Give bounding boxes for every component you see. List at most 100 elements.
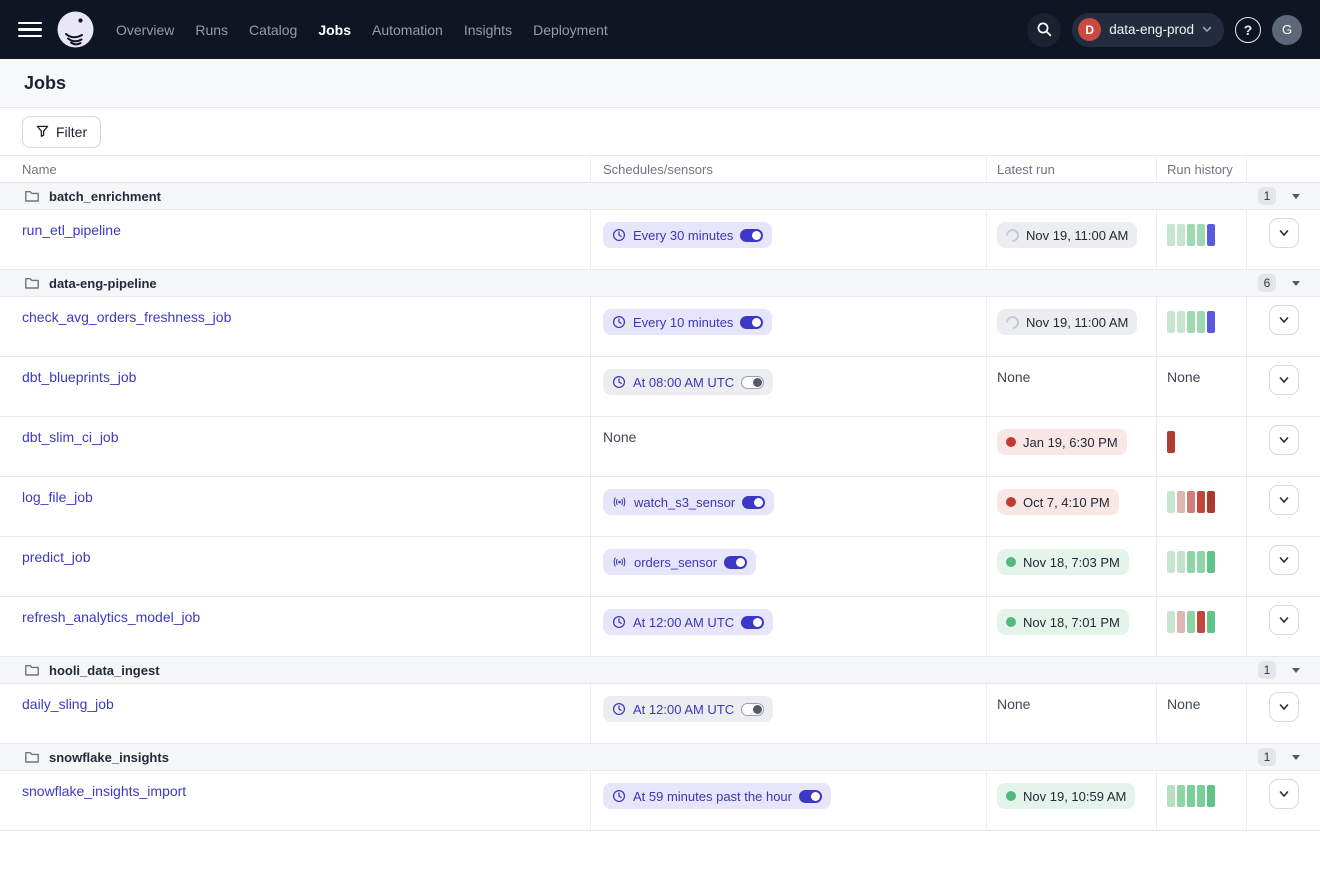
- expand-row-button[interactable]: [1269, 218, 1299, 248]
- expand-row-button[interactable]: [1269, 485, 1299, 515]
- group-row-hooli-data-ingest[interactable]: hooli_data_ingest 1: [0, 657, 1320, 684]
- sensor-toggle-on[interactable]: [742, 496, 765, 509]
- job-name-link[interactable]: dbt_slim_ci_job: [22, 429, 119, 445]
- clock-icon: [612, 375, 626, 389]
- schedule-pill[interactable]: At 12:00 AM UTC: [603, 609, 773, 635]
- group-name: snowflake_insights: [49, 750, 169, 765]
- funnel-icon: [36, 125, 49, 138]
- schedule-toggle-on[interactable]: [741, 616, 764, 629]
- sensor-pill[interactable]: orders_sensor: [603, 549, 756, 575]
- group-row-data-eng-pipeline[interactable]: data-eng-pipeline 6: [0, 270, 1320, 297]
- hamburger-menu-icon[interactable]: [18, 22, 42, 38]
- latest-run-none: None: [997, 696, 1030, 712]
- dagster-logo-icon[interactable]: [57, 11, 94, 48]
- schedule-label: At 12:00 AM UTC: [633, 615, 734, 630]
- expand-row-button[interactable]: [1269, 365, 1299, 395]
- expand-row-button[interactable]: [1269, 692, 1299, 722]
- nav-item-jobs[interactable]: Jobs: [316, 16, 353, 44]
- job-row-log-file-job: log_file_job watch_s3_sensor Oct 7, 4:10…: [0, 477, 1320, 537]
- expand-row-button[interactable]: [1269, 779, 1299, 809]
- schedule-pill-disabled[interactable]: At 08:00 AM UTC: [603, 369, 773, 395]
- nav-item-runs[interactable]: Runs: [193, 16, 230, 44]
- nav-item-deployment[interactable]: Deployment: [531, 16, 610, 44]
- group-row-batch-enrichment[interactable]: batch_enrichment 1: [0, 183, 1320, 210]
- collapse-caret-icon[interactable]: [1292, 281, 1300, 286]
- column-header-actions: [1246, 156, 1320, 182]
- nav-item-insights[interactable]: Insights: [462, 16, 514, 44]
- sensor-label: orders_sensor: [634, 555, 717, 570]
- nav-item-automation[interactable]: Automation: [370, 16, 445, 44]
- chevron-down-icon: [1278, 314, 1290, 326]
- chevron-down-icon: [1278, 434, 1290, 446]
- filter-button[interactable]: Filter: [22, 116, 101, 148]
- run-history-bars[interactable]: [1167, 491, 1246, 513]
- expand-row-button[interactable]: [1269, 545, 1299, 575]
- sensor-icon: [612, 495, 627, 509]
- latest-run-time: Nov 19, 11:00 AM: [1026, 315, 1128, 330]
- success-status-dot: [1006, 617, 1016, 627]
- latest-run-pill-success[interactable]: Nov 19, 10:59 AM: [997, 783, 1135, 809]
- latest-run-pill-success[interactable]: Nov 18, 7:03 PM: [997, 549, 1129, 575]
- schedule-toggle-on[interactable]: [799, 790, 822, 803]
- run-history-bars[interactable]: [1167, 611, 1246, 633]
- page-header: Jobs: [0, 59, 1320, 108]
- schedule-pill[interactable]: Every 10 minutes: [603, 309, 772, 335]
- table-header-row: Name Schedules/sensors Latest run Run hi…: [0, 155, 1320, 183]
- run-history-bars[interactable]: [1167, 551, 1246, 573]
- job-name-link[interactable]: snowflake_insights_import: [22, 783, 186, 799]
- schedule-toggle-off[interactable]: [741, 376, 764, 389]
- schedule-pill[interactable]: Every 30 minutes: [603, 222, 772, 248]
- group-count-badge: 6: [1258, 274, 1276, 292]
- latest-run-pill-success[interactable]: Nov 18, 7:01 PM: [997, 609, 1129, 635]
- expand-row-button[interactable]: [1269, 605, 1299, 635]
- nav-item-catalog[interactable]: Catalog: [247, 16, 299, 44]
- sensor-pill[interactable]: watch_s3_sensor: [603, 489, 774, 515]
- schedule-pill[interactable]: At 59 minutes past the hour: [603, 783, 831, 809]
- user-avatar[interactable]: G: [1272, 15, 1302, 45]
- chevron-down-icon: [1278, 614, 1290, 626]
- schedule-label: At 08:00 AM UTC: [633, 375, 734, 390]
- job-name-link[interactable]: daily_sling_job: [22, 696, 114, 712]
- column-header-run-history: Run history: [1156, 156, 1246, 182]
- schedule-pill-disabled[interactable]: At 12:00 AM UTC: [603, 696, 773, 722]
- collapse-caret-icon[interactable]: [1292, 668, 1300, 673]
- group-row-snowflake-insights[interactable]: snowflake_insights 1: [0, 744, 1320, 771]
- column-header-name: Name: [0, 162, 590, 177]
- latest-run-pill[interactable]: Nov 19, 11:00 AM: [997, 309, 1137, 335]
- expand-row-button[interactable]: [1269, 305, 1299, 335]
- job-name-link[interactable]: check_avg_orders_freshness_job: [22, 309, 231, 325]
- column-header-schedules: Schedules/sensors: [590, 156, 986, 182]
- chevron-down-icon: [1202, 26, 1212, 33]
- run-history-bars[interactable]: [1167, 785, 1246, 807]
- schedule-toggle-on[interactable]: [740, 229, 763, 242]
- latest-run-time: Nov 18, 7:01 PM: [1023, 615, 1120, 630]
- expand-row-button[interactable]: [1269, 425, 1299, 455]
- run-history-bars[interactable]: [1167, 311, 1246, 333]
- latest-run-pill-failure[interactable]: Jan 19, 6:30 PM: [997, 429, 1127, 455]
- run-history-bars[interactable]: [1167, 224, 1246, 246]
- latest-run-time: Oct 7, 4:10 PM: [1023, 495, 1110, 510]
- latest-run-pill-failure[interactable]: Oct 7, 4:10 PM: [997, 489, 1119, 515]
- main-nav: Overview Runs Catalog Jobs Automation In…: [114, 16, 610, 44]
- schedule-toggle-on[interactable]: [740, 316, 763, 329]
- run-history-bars[interactable]: [1167, 431, 1246, 453]
- help-button[interactable]: ?: [1235, 17, 1261, 43]
- group-name: batch_enrichment: [49, 189, 161, 204]
- job-row-check-avg-orders-freshness-job: check_avg_orders_freshness_job Every 10 …: [0, 297, 1320, 357]
- deployment-switcher[interactable]: D data-eng-prod: [1072, 13, 1224, 47]
- job-name-link[interactable]: run_etl_pipeline: [22, 222, 121, 238]
- schedule-label: At 12:00 AM UTC: [633, 702, 734, 717]
- sensor-label: watch_s3_sensor: [634, 495, 735, 510]
- collapse-caret-icon[interactable]: [1292, 755, 1300, 760]
- schedule-toggle-off[interactable]: [741, 703, 764, 716]
- job-name-link[interactable]: dbt_blueprints_job: [22, 369, 136, 385]
- latest-run-pill[interactable]: Nov 19, 11:00 AM: [997, 222, 1137, 248]
- sensor-toggle-on[interactable]: [724, 556, 747, 569]
- job-name-link[interactable]: predict_job: [22, 549, 91, 565]
- job-name-link[interactable]: refresh_analytics_model_job: [22, 609, 200, 625]
- nav-item-overview[interactable]: Overview: [114, 16, 176, 44]
- search-button[interactable]: [1027, 13, 1061, 47]
- latest-run-time: Nov 18, 7:03 PM: [1023, 555, 1120, 570]
- job-name-link[interactable]: log_file_job: [22, 489, 93, 505]
- collapse-caret-icon[interactable]: [1292, 194, 1300, 199]
